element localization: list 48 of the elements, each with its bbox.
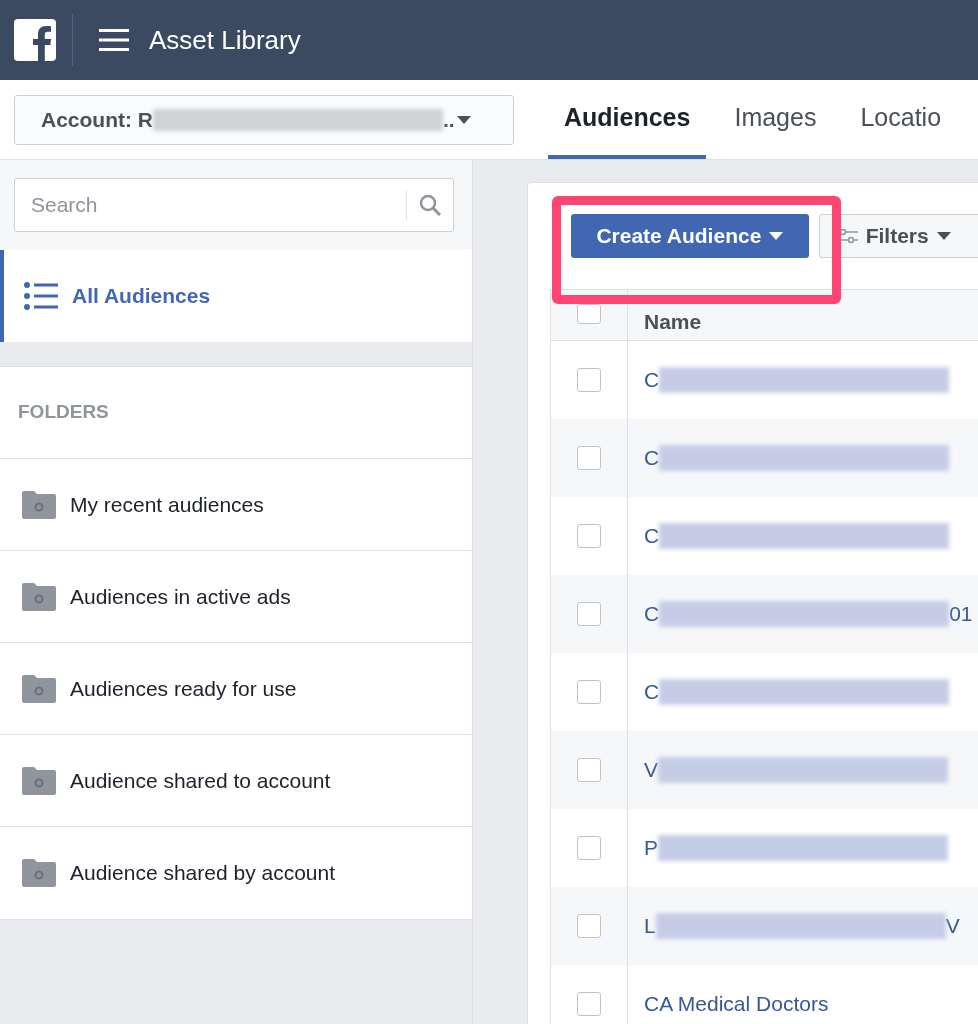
folder-icon <box>22 859 56 887</box>
tab[interactable]: Locatio <box>844 80 958 159</box>
page-title: Asset Library <box>149 23 301 57</box>
menu-icon[interactable] <box>99 27 129 53</box>
logo-icon[interactable] <box>14 19 56 61</box>
section-heading: FOLDERS <box>18 400 109 425</box>
audience-name-link[interactable]: C <box>644 598 660 630</box>
caret-icon <box>936 232 951 240</box>
audience-name-link[interactable]: L <box>644 910 656 942</box>
checkbox[interactable] <box>577 914 601 938</box>
folder-item[interactable]: My recent audiences <box>0 459 472 551</box>
folder-item[interactable]: Audiences in active ads <box>0 551 472 643</box>
caret-icon <box>769 232 784 240</box>
folder-item[interactable]: Audiences ready for use <box>0 643 472 735</box>
folder-item[interactable]: Audience shared by account <box>0 827 472 919</box>
checkbox[interactable] <box>577 836 601 860</box>
audience-name-link[interactable]: C <box>644 442 660 474</box>
checkbox[interactable] <box>577 680 601 704</box>
folder-icon <box>22 490 56 519</box>
checkbox[interactable] <box>577 304 601 324</box>
checkbox[interactable] <box>577 524 601 548</box>
checkbox[interactable] <box>577 446 601 470</box>
checkbox[interactable] <box>577 758 601 782</box>
folder-icon <box>22 674 56 703</box>
checkbox[interactable] <box>577 368 601 392</box>
create-audience-button[interactable]: Create Audience <box>571 214 809 258</box>
audience-name-link[interactable]: C <box>644 364 660 396</box>
checkbox[interactable] <box>577 992 601 1016</box>
nav-item[interactable]: All Audiences <box>0 250 472 342</box>
audience-name-link[interactable]: V <box>945 910 960 942</box>
checkbox[interactable] <box>577 602 601 626</box>
audience-name-link[interactable]: CA Medical Doctors <box>644 988 829 1020</box>
folder-icon <box>22 766 56 795</box>
filters-button[interactable]: Filters <box>818 214 978 258</box>
list-icon <box>24 282 58 310</box>
tab[interactable]: Images <box>718 80 833 159</box>
audience-name-link[interactable]: V <box>644 754 658 786</box>
audience-name-link[interactable]: P <box>644 832 658 864</box>
search-icon[interactable] <box>419 194 441 216</box>
audience-name-link[interactable]: C <box>644 520 660 552</box>
audience-name-link[interactable]: C <box>644 676 660 708</box>
audience-name-link[interactable]: 01 <box>949 598 973 630</box>
folder-item[interactable]: Audience shared to account <box>0 735 472 827</box>
caret-icon <box>456 115 471 124</box>
account-dropdown[interactable]: Account: R .. <box>14 94 514 145</box>
folder-icon <box>22 582 56 611</box>
column-header: Name <box>643 309 702 335</box>
tab[interactable]: Audiences <box>548 80 707 159</box>
